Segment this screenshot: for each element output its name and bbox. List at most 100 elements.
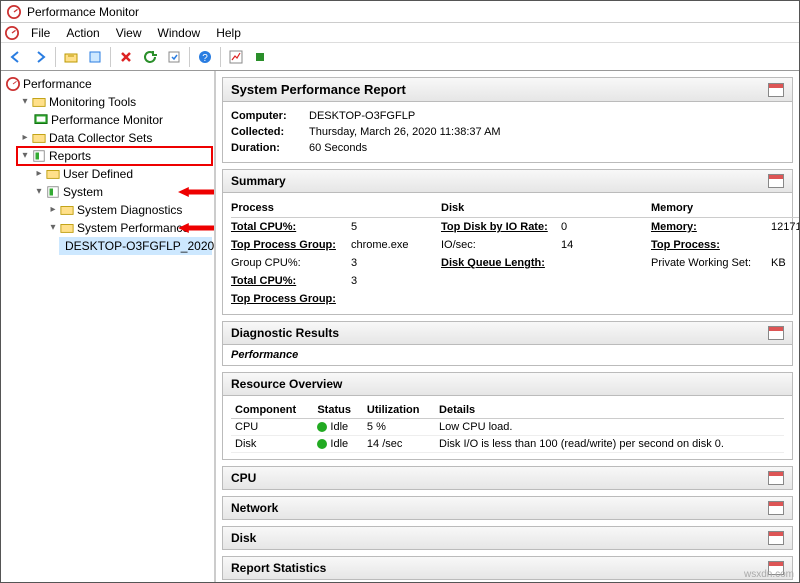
cell-status: Idle (330, 438, 348, 450)
tree-performance-monitor[interactable]: Performance Monitor (31, 111, 212, 129)
forward-button[interactable] (29, 46, 51, 68)
status-dot-green (317, 422, 327, 432)
col-details: Details (435, 402, 784, 419)
export-button[interactable] (163, 46, 185, 68)
diagnostic-sub: Performance (222, 345, 793, 366)
top-process-group-value: chrome.exe (351, 236, 441, 254)
pws-label: Private Working Set: (651, 254, 771, 272)
summary-header[interactable]: Summary (222, 169, 793, 193)
calendar-icon[interactable] (768, 501, 784, 515)
total-cpu-value: 5 (351, 218, 441, 236)
top-process-label: Top Process: (651, 236, 771, 254)
tree-label: User Defined (63, 165, 133, 183)
stop-button[interactable] (249, 46, 271, 68)
stats-header[interactable]: Report Statistics (222, 556, 793, 580)
disk-header[interactable]: Disk (222, 526, 793, 550)
menu-window[interactable]: Window (150, 24, 209, 42)
group-cpu-label: Group CPU%: (231, 254, 351, 272)
collapse-icon[interactable]: ▾ (33, 183, 45, 201)
cell-details: Disk I/O is less than 100 (read/write) p… (435, 436, 784, 453)
titlebar: Performance Monitor (1, 1, 799, 23)
help-button[interactable]: ? (194, 46, 216, 68)
tree-system[interactable]: ▾ System (31, 183, 212, 201)
top-process-group-label: Top Process Group: (231, 236, 351, 254)
cell-component: CPU (231, 419, 313, 436)
collapse-icon[interactable]: ▾ (47, 219, 59, 237)
calendar-icon[interactable] (768, 471, 784, 485)
menu-file[interactable]: File (23, 24, 58, 42)
report-icon (46, 185, 60, 199)
top-process-group2-label: Top Process Group: (231, 290, 351, 308)
main-split: Performance ▾ Monitoring Tools Performan… (1, 71, 799, 582)
expand-icon[interactable]: ▸ (33, 165, 45, 183)
total-cpu-label: Total CPU%: (231, 218, 351, 236)
memory-label: Memory: (651, 218, 771, 236)
expand-icon[interactable]: ▸ (47, 201, 59, 219)
perfmon-icon (7, 5, 21, 19)
report-pane[interactable]: System Performance Report Computer: DESK… (216, 71, 799, 582)
folder-icon (60, 221, 74, 235)
tree-label: System Performance (77, 219, 189, 237)
report-header: System Performance Report (222, 77, 793, 102)
refresh-button[interactable] (139, 46, 161, 68)
calendar-icon[interactable] (768, 326, 784, 340)
collapse-icon[interactable]: ▾ (19, 147, 31, 165)
collapse-icon[interactable]: ▾ (19, 93, 31, 111)
tree-reports[interactable]: ▾ Reports (17, 147, 212, 165)
expand-icon[interactable]: ▸ (19, 129, 31, 147)
col-memory: Memory (651, 199, 771, 218)
chart-button[interactable] (225, 46, 247, 68)
resource-table: Component Status Utilization Details CPU… (231, 402, 784, 453)
menu-action[interactable]: Action (58, 24, 107, 42)
perfmon-icon (5, 26, 19, 40)
delete-button[interactable] (115, 46, 137, 68)
calendar-icon[interactable] (768, 174, 784, 188)
tree-system-diagnostics[interactable]: ▸ System Diagnostics (45, 201, 212, 219)
tree-root[interactable]: Performance (3, 75, 212, 93)
report-meta: Computer: DESKTOP-O3FGFLP Collected: Thu… (222, 102, 793, 163)
svg-text:?: ? (202, 53, 208, 64)
tree-data-collector-sets[interactable]: ▸ Data Collector Sets (17, 129, 212, 147)
properties-button[interactable] (84, 46, 106, 68)
tree-pane: Performance ▾ Monitoring Tools Performan… (1, 71, 216, 582)
col-component: Component (231, 402, 313, 419)
folder-icon (60, 203, 74, 217)
tree-user-defined[interactable]: ▸ User Defined (31, 165, 212, 183)
back-button[interactable] (5, 46, 27, 68)
overview-header[interactable]: Resource Overview (222, 372, 793, 396)
diagnostic-header[interactable]: Diagnostic Results (222, 321, 793, 345)
computer-label: Computer: (231, 108, 301, 124)
overview-title: Resource Overview (231, 377, 342, 391)
toolbar-separator (189, 47, 190, 67)
io-sec-label: IO/sec: (441, 236, 561, 254)
menu-help[interactable]: Help (208, 24, 249, 42)
duration-value: 60 Seconds (309, 140, 784, 156)
cell-details: Low CPU load. (435, 419, 784, 436)
network-header[interactable]: Network (222, 496, 793, 520)
menu-view[interactable]: View (108, 24, 150, 42)
monitor-icon (34, 113, 48, 127)
col-disk: Disk (441, 199, 561, 218)
toolbar: ? (1, 43, 799, 71)
summary-body: Process Disk Memory Total CPU%:5 Top Dis… (222, 193, 793, 315)
calendar-icon[interactable] (768, 531, 784, 545)
cpu-header[interactable]: CPU (222, 466, 793, 490)
top-disk-io-value: 0 (561, 218, 651, 236)
total-cpu2-label: Total CPU%: (231, 272, 351, 290)
up-button[interactable] (60, 46, 82, 68)
col-status: Status (313, 402, 363, 419)
tree-monitoring-tools[interactable]: ▾ Monitoring Tools (17, 93, 212, 111)
stats-title: Report Statistics (231, 561, 326, 575)
top-disk-io-label: Top Disk by IO Rate: (441, 218, 561, 236)
tree-system-performance[interactable]: ▾ System Performance (45, 219, 212, 237)
report-title: System Performance Report (231, 82, 406, 97)
calendar-icon[interactable] (768, 83, 784, 97)
report-icon (32, 149, 46, 163)
disk-queue-label: Disk Queue Length: (441, 254, 561, 272)
io-sec-value: 14 (561, 236, 651, 254)
total-cpu2-value: 3 (351, 272, 441, 290)
tree-report-item[interactable]: DESKTOP-O3FGFLP_20200326 (59, 237, 212, 255)
cpu-title: CPU (231, 471, 256, 485)
pws-value: KB (771, 254, 799, 272)
folder-icon (46, 167, 60, 181)
